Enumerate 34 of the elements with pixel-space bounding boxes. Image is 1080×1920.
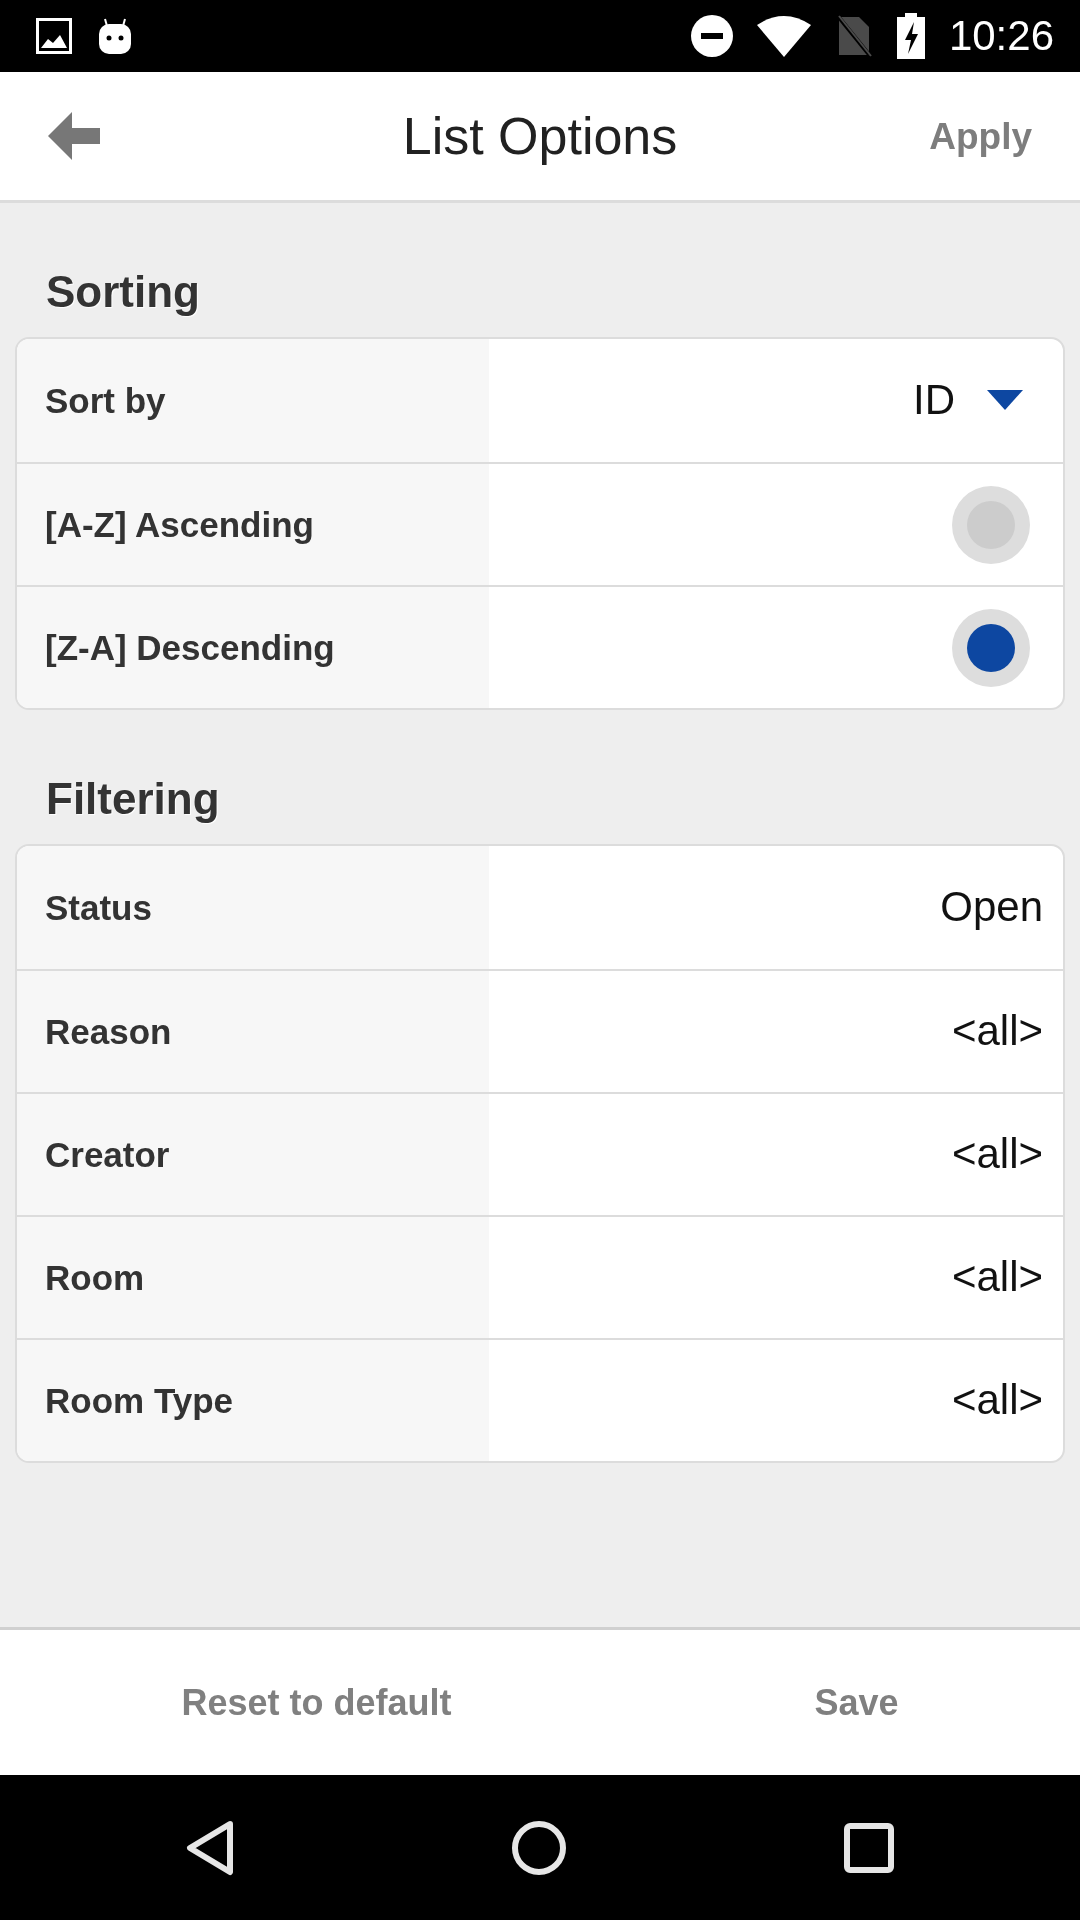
section-heading: Sorting: [45, 266, 201, 318]
image-icon: [36, 18, 72, 54]
option-label: [Z-A] Descending: [45, 626, 335, 669]
robot-icon: [96, 17, 134, 55]
filter-value[interactable]: <all>: [951, 1375, 1043, 1426]
filter-value[interactable]: <all>: [951, 1252, 1043, 1303]
option-label: Reason: [45, 1010, 172, 1053]
section-heading: Filtering: [45, 773, 221, 825]
apply-button[interactable]: Apply: [929, 117, 1032, 155]
option-label: Sort by: [45, 379, 166, 422]
circle-home-icon: [511, 1819, 567, 1876]
filter-value[interactable]: <all>: [951, 1129, 1043, 1180]
filter-value[interactable]: Open: [940, 882, 1043, 933]
reset-button[interactable]: Reset to default: [169, 1672, 464, 1733]
caret-icon: [987, 390, 1023, 411]
back-button[interactable]: [48, 110, 100, 162]
square-recents-icon: [843, 1822, 894, 1873]
option-label: Status: [45, 886, 152, 929]
filter-value[interactable]: <all>: [951, 1006, 1043, 1057]
battery-charging-icon: [896, 13, 925, 59]
back-nav-button[interactable]: [186, 1819, 235, 1876]
home-nav-button[interactable]: [511, 1819, 567, 1876]
status-time: 10:26: [948, 15, 1054, 57]
option-label: Creator: [45, 1133, 170, 1176]
triangle-back-icon: [186, 1819, 235, 1876]
wifi-icon: [756, 15, 811, 57]
save-button[interactable]: Save: [802, 1672, 911, 1733]
option-label: Room: [45, 1256, 145, 1299]
recents-nav-button[interactable]: [843, 1822, 894, 1873]
option-label: [A-Z] Ascending: [45, 503, 314, 546]
option-label: Room Type: [45, 1379, 233, 1422]
back-arrow-icon: [48, 110, 100, 162]
sort-by-dropdown[interactable]: ID: [913, 375, 1023, 426]
do-not-disturb-icon: [690, 15, 733, 57]
